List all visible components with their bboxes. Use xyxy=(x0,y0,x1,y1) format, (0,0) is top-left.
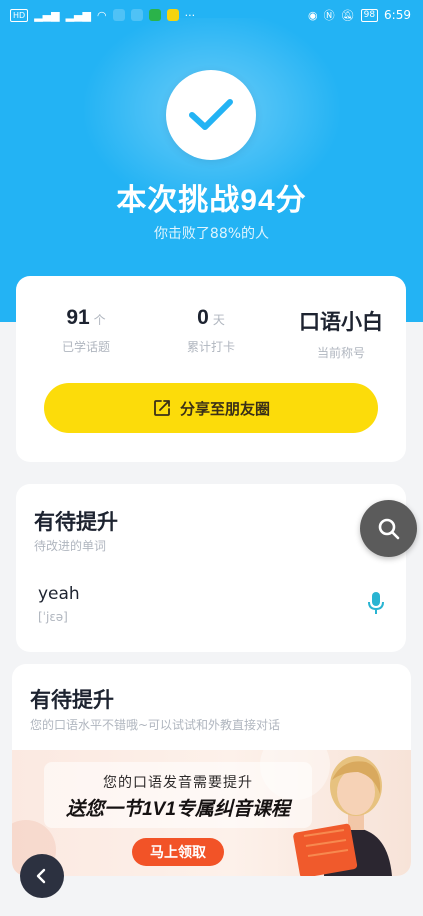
words-card: 有待提升 待改进的单词 yeah [ˈjɛə] xyxy=(16,484,406,652)
status-left: HD ▂▄▆ ▂▄▆ ◠ ··· xyxy=(10,8,196,22)
back-button[interactable] xyxy=(20,854,64,898)
checkmark-icon xyxy=(189,99,233,130)
banner-offer: 送您一节1V1专属纠音课程 xyxy=(66,799,290,820)
app-icon-green xyxy=(148,9,161,21)
words-section-subtitle: 待改进的单词 xyxy=(34,539,107,553)
mute-icon: 🔕︎ xyxy=(340,8,355,22)
stat-title: 口语小白 当前称号 xyxy=(276,306,406,361)
stats-card: 91 个 已学话题 0天 累计打卡 口语小白 当前称号 分享至朋友圈 xyxy=(16,276,406,462)
stat-value: 0 xyxy=(197,306,209,329)
stat-label: 累计打卡 xyxy=(186,340,235,354)
course-banner[interactable]: 您的口语发音需要提升 送您一节1V1专属纠音课程 马上领取 xyxy=(12,750,411,876)
microphone-icon xyxy=(368,592,384,614)
stat-topics: 91 个 已学话题 xyxy=(21,306,151,355)
score-title: 本次挑战94分 xyxy=(116,184,307,217)
battery-icon: 98 xyxy=(360,8,379,22)
back-arrow-icon xyxy=(36,868,46,884)
score-subtitle: 你击败了88%的人 xyxy=(153,226,270,242)
teacher-card: 有待提升 您的口语水平不错哦~可以试试和外教直接对话 您的口语发音需要提升 送您… xyxy=(12,664,411,876)
claim-course-button[interactable]: 马上领取 xyxy=(132,838,224,866)
word-phonetic: [ˈjɛə] xyxy=(38,610,68,624)
share-icon xyxy=(154,400,170,416)
status-right: ◉ Ⓝ 🔕︎ 98 6:59 xyxy=(308,7,411,23)
stat-checkin: 0天 累计打卡 xyxy=(146,306,276,355)
microphone-button[interactable] xyxy=(366,591,386,615)
wifi-icon: ◠ xyxy=(96,8,107,22)
wechat-icon xyxy=(130,9,143,21)
hero-header: HD ▂▄▆ ▂▄▆ ◠ ··· ◉ Ⓝ 🔕︎ 98 6:59 本次挑战94分 … xyxy=(0,0,423,322)
banner-headline: 您的口语发音需要提升 xyxy=(103,775,253,791)
signal-icon: ▂▄▆ xyxy=(34,8,60,22)
app-notification-icon xyxy=(112,9,125,21)
stat-label: 当前称号 xyxy=(316,346,365,360)
stat-unit: 个 xyxy=(93,313,106,327)
teacher-section-title: 有待提升 xyxy=(30,689,114,712)
share-button-label: 分享至朋友圈 xyxy=(179,400,270,418)
stat-value: 口语小白 xyxy=(299,311,383,334)
stat-label: 已学话题 xyxy=(61,340,110,354)
search-icon xyxy=(378,518,399,539)
success-badge xyxy=(166,70,256,160)
hd-indicator: HD xyxy=(10,8,29,22)
share-moments-button[interactable]: 分享至朋友圈 xyxy=(44,383,378,433)
words-section-title: 有待提升 xyxy=(34,511,118,534)
more-notifications-icon: ··· xyxy=(184,8,196,22)
eye-icon: ◉ xyxy=(308,8,318,22)
nfc-icon: Ⓝ xyxy=(323,9,335,22)
word-text: yeah xyxy=(38,584,80,604)
signal-icon-2: ▂▄▆ xyxy=(65,8,91,22)
status-bar: HD ▂▄▆ ▂▄▆ ◠ ··· ◉ Ⓝ 🔕︎ 98 6:59 xyxy=(0,0,423,30)
stat-unit: 天 xyxy=(212,313,225,327)
search-button[interactable] xyxy=(360,500,417,557)
clock: 6:59 xyxy=(384,8,411,22)
teacher-illustration xyxy=(293,756,392,876)
stat-value: 91 xyxy=(66,306,90,329)
teacher-section-subtitle: 您的口语水平不错哦~可以试试和外教直接对话 xyxy=(30,718,281,732)
app-icon-yellow xyxy=(166,9,179,21)
